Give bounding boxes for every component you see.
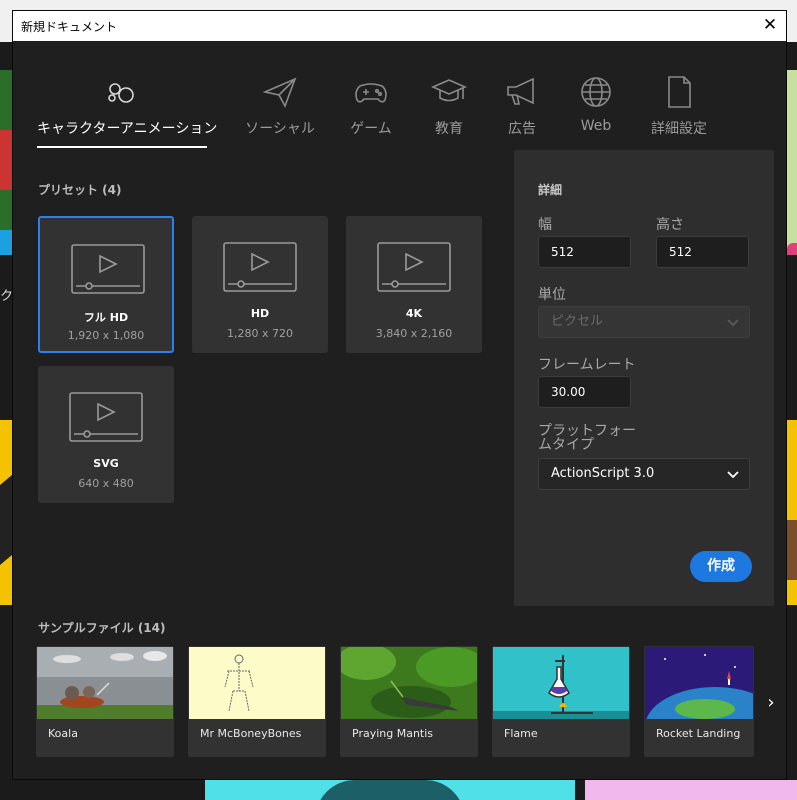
sample-thumbnail [189,647,325,719]
chevron-down-icon [727,319,739,327]
sample-rocket-landing[interactable]: Rocket Landing [644,646,754,757]
sample-thumbnail [645,647,753,719]
tab-game[interactable]: ゲーム [343,41,399,159]
preset-svg[interactable]: SVG 640 x 480 [38,366,174,503]
paper-plane-icon [262,77,297,108]
samples-label: サンプルファイル (14) [38,621,166,635]
category-tabs: キャラクターアニメーション ソーシャル ゲーム 教育 広告 Web 詳細設定 [13,41,786,159]
preset-size: 3,840 x 2,160 [375,327,453,340]
height-field[interactable]: 512 [656,236,749,268]
tab-social[interactable]: ソーシャル [241,41,319,159]
background-thumbnail [787,420,797,605]
tab-advanced[interactable]: 詳細設定 [645,41,713,159]
sample-koala[interactable]: Koala [36,646,174,757]
preset-size: 1,280 x 720 [227,327,293,340]
preset-name: HD [250,307,270,320]
globe-icon [581,77,611,107]
preset-size: 640 x 480 [78,477,134,490]
framerate-label: フレームレート [538,357,636,373]
preset-4k[interactable]: 4K 3,840 x 2,160 [346,216,482,353]
tab-web[interactable]: Web [571,41,621,159]
tab-label: キャラクターアニメーション [37,121,218,137]
sample-flame[interactable]: Flame [492,646,630,757]
new-document-dialog: 新規ドキュメント ✕ キャラクターアニメーション ソーシャル ゲーム 教育 広告… [12,10,787,780]
document-icon [668,76,691,108]
video-preset-icon [71,244,145,294]
sample-files: サンプルファイル (14) Koala Mr McBoneyBones Pray… [13,609,786,781]
width-label: 幅 [538,217,552,233]
active-tab-indicator [37,146,207,148]
preset-name: 4K [405,307,423,320]
video-preset-icon [377,242,451,292]
platform-select[interactable]: ActionScript 3.0 [538,458,750,490]
preset-size: 1,920 x 1,080 [67,329,145,342]
video-preset-icon [223,242,297,292]
unit-select[interactable]: ピクセル [538,306,750,338]
framerate-field[interactable]: 30.00 [538,376,631,408]
sample-thumbnail [37,647,173,719]
chevron-down-icon [727,471,739,479]
sample-thumbnail [493,647,629,719]
preset-name: フル HD [83,311,129,324]
sample-mr-mcboneybones[interactable]: Mr McBoneyBones [188,646,326,757]
preset-hd[interactable]: HD 1,280 x 720 [192,216,328,353]
platform-label-line2: ムタイプ [538,437,594,453]
chevron-right-icon[interactable]: › [763,693,779,713]
presets-panel: プリセット (4) フル HD 1,920 x 1,080 HD 1,280 x… [13,151,513,606]
background-thumbnail [787,70,797,255]
preset-full-hd[interactable]: フル HD 1,920 x 1,080 [38,216,174,353]
unit-value: ピクセル [551,314,604,329]
height-label: 高さ [656,217,684,233]
background-text: ク [0,289,14,304]
video-preset-icon [69,392,143,442]
tab-label: Web [580,118,612,134]
close-icon[interactable]: ✕ [760,15,780,35]
sample-name: Koala [48,727,78,740]
tab-label: 詳細設定 [651,121,707,137]
graduation-cap-icon [431,79,467,102]
background-thumbnail [0,70,12,255]
sample-name: Rocket Landing [656,727,741,740]
unit-label: 単位 [538,287,566,303]
sample-name: Praying Mantis [352,727,434,740]
character-animation-icon [108,83,134,103]
width-field[interactable]: 512 [538,236,631,268]
tab-label: 広告 [508,121,536,137]
sample-praying-mantis[interactable]: Praying Mantis [340,646,478,757]
background-thumbnail [585,780,797,800]
tab-education[interactable]: 教育 [423,41,475,159]
presets-label: プリセット (4) [38,183,122,197]
details-label: 詳細 [538,183,563,197]
tab-label: 教育 [435,121,463,137]
details-panel: 詳細 幅 高さ 512 512 単位 ピクセル フレームレート 30.00 プラ… [514,150,774,606]
gamepad-icon [355,83,387,103]
dialog-title: 新規ドキュメント [21,20,118,34]
background-thumbnail [205,780,575,800]
platform-label: プラットフォー ムタイプ [538,424,636,452]
background-thumbnail [0,420,12,605]
tab-label: ソーシャル [245,121,315,137]
platform-value: ActionScript 3.0 [551,466,655,481]
dialog-titlebar: 新規ドキュメント ✕ [13,11,786,41]
sample-name: Flame [504,727,538,740]
create-button[interactable]: 作成 [690,551,752,582]
tab-label: ゲーム [350,121,392,137]
megaphone-icon [507,77,534,105]
tab-advertising[interactable]: 広告 [497,41,547,159]
sample-thumbnail [341,647,477,719]
sample-name: Mr McBoneyBones [200,727,302,740]
preset-name: SVG [93,457,119,470]
tab-character-animation[interactable]: キャラクターアニメーション [37,41,218,159]
